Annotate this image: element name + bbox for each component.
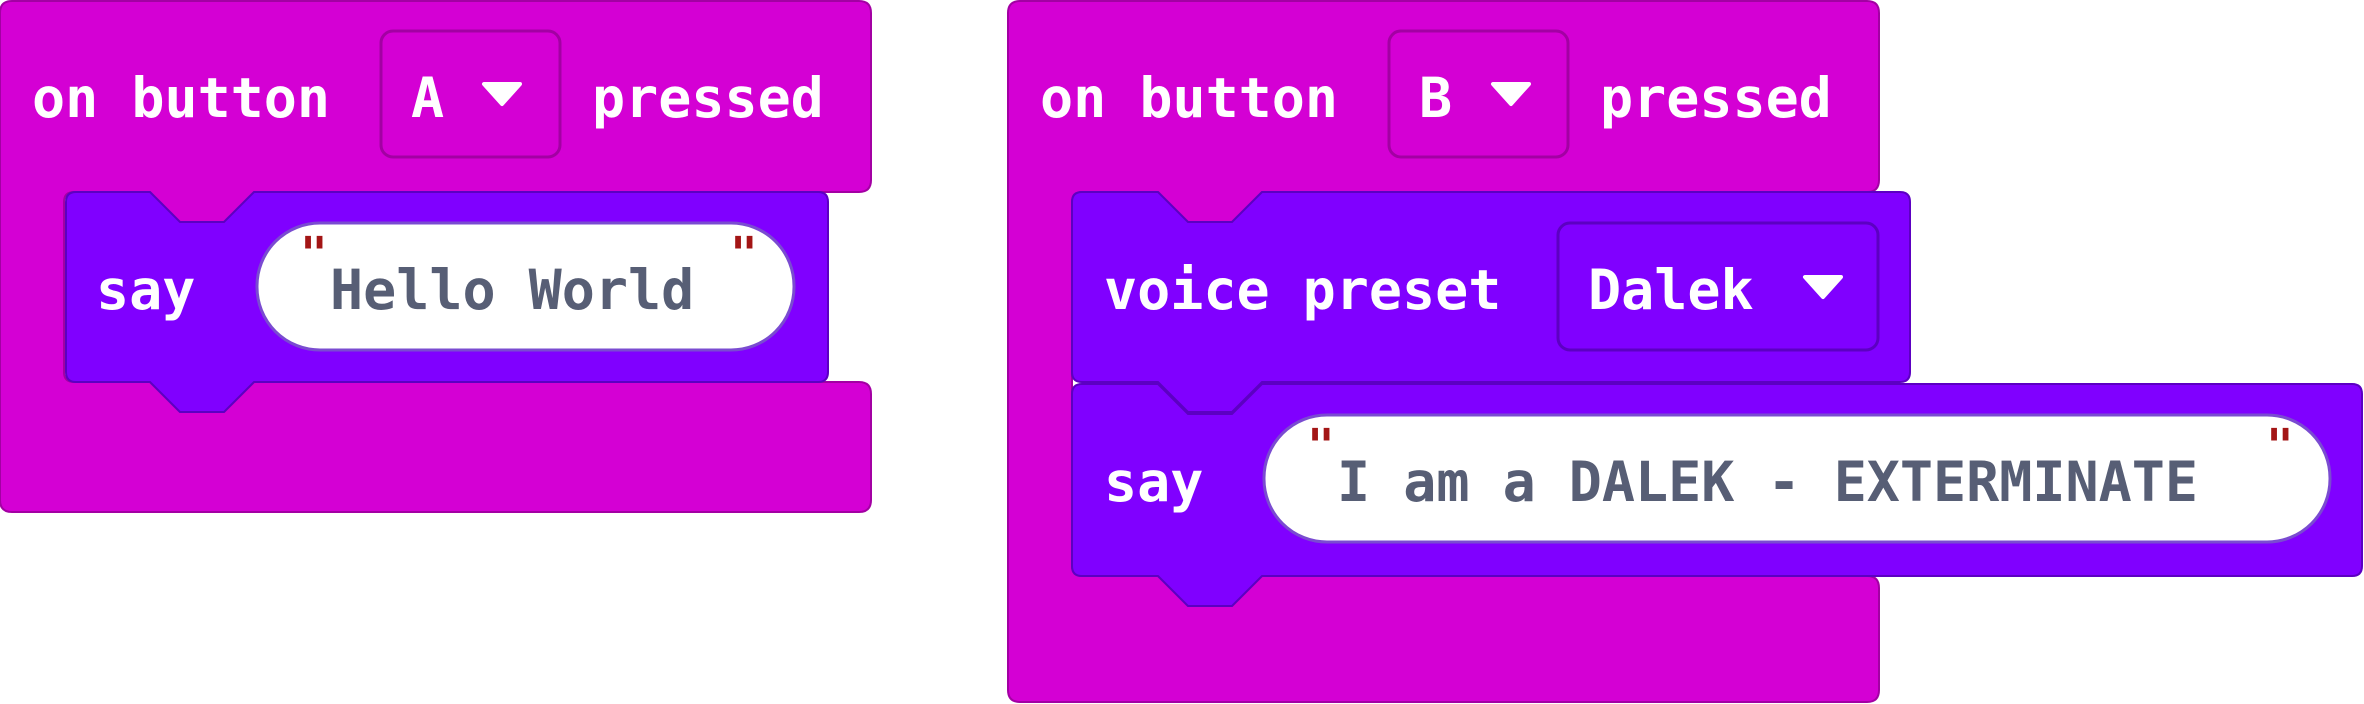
say-block[interactable]: say " I am a DALEK - EXTERMINATE " [1071, 383, 2363, 607]
blocks-workspace: on button A pressed say " Hello World " … [0, 0, 2364, 704]
say-label: say [1104, 450, 1203, 514]
hat-label-suffix: pressed [592, 66, 824, 130]
voice-preset-dropdown[interactable]: Dalek [1556, 221, 1880, 352]
string-value[interactable]: I am a DALEK - EXTERMINATE [1337, 450, 2198, 514]
button-dropdown-value: A [411, 66, 444, 130]
hat-label-prefix: on button [32, 66, 330, 130]
string-input[interactable]: " I am a DALEK - EXTERMINATE " [1262, 413, 2332, 544]
quote-open-mark: " [300, 227, 328, 281]
button-dropdown-field[interactable] [379, 29, 562, 159]
say-block[interactable]: say " Hello World " [65, 191, 829, 413]
button-dropdown-field[interactable] [1387, 29, 1570, 159]
string-value[interactable]: Hello World [330, 258, 694, 322]
quote-close-mark: " [730, 227, 758, 281]
hat-label-prefix: on button [1040, 66, 1338, 130]
quote-close-mark: " [2266, 419, 2294, 473]
blocks-canvas: on button A pressed say " Hello World " … [0, 0, 2363, 703]
string-input[interactable]: " Hello World " [255, 221, 796, 352]
say-label: say [96, 258, 195, 322]
hat-label-suffix: pressed [1600, 66, 1832, 130]
voice-preset-dropdown-value: Dalek [1588, 258, 1754, 322]
button-dropdown[interactable]: A [379, 29, 562, 159]
voice-preset-label: voice preset [1104, 258, 1501, 322]
voice-preset-block[interactable]: voice preset Dalek [1071, 191, 1911, 413]
quote-open-mark: " [1307, 419, 1335, 473]
button-dropdown[interactable]: B [1387, 29, 1570, 159]
button-dropdown-value: B [1419, 66, 1452, 130]
